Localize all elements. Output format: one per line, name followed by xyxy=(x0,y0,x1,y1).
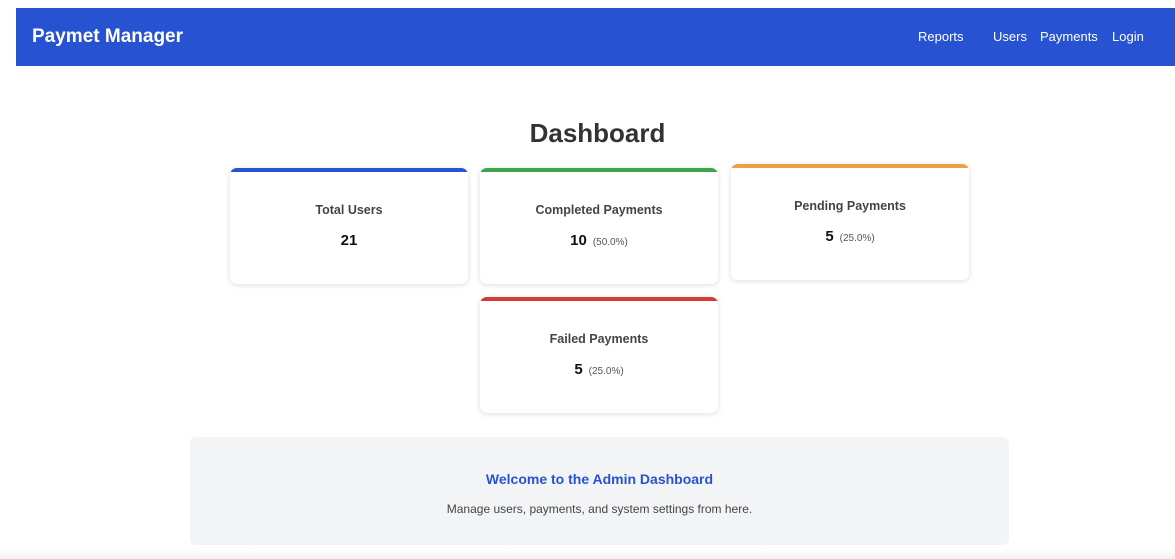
stat-card-pending-payments: Pending Payments 5 (25.0%) xyxy=(731,164,969,280)
nav-link-login[interactable]: Login xyxy=(1112,8,1144,66)
stat-value-row: 21 xyxy=(230,232,468,249)
stat-percent: (50.0%) xyxy=(592,237,628,248)
stat-value: 10 xyxy=(570,232,587,249)
brand-title[interactable]: Paymet Manager xyxy=(32,8,183,66)
stat-label: Failed Payments xyxy=(549,332,649,346)
welcome-title: Welcome to the Admin Dashboard xyxy=(485,471,714,487)
nav-link-payments[interactable]: Payments xyxy=(1040,8,1098,66)
stat-value-row: 10 (50.0%) xyxy=(480,232,718,249)
stat-value: 5 xyxy=(825,228,834,245)
stat-value: 21 xyxy=(340,232,358,249)
nav-link-reports[interactable]: Reports xyxy=(918,8,964,66)
stat-label: Completed Payments xyxy=(535,203,663,217)
stat-value: 5 xyxy=(574,361,583,378)
page-title: Dashboard xyxy=(529,118,666,148)
top-navbar: Paymet Manager Reports Users Payments Lo… xyxy=(16,8,1175,66)
stat-card-total-users: Total Users 21 xyxy=(230,168,468,284)
welcome-text: Manage users, payments, and system setti… xyxy=(446,502,753,516)
stat-card-completed-payments: Completed Payments 10 (50.0%) xyxy=(480,168,718,284)
stat-value-row: 5 (25.0%) xyxy=(480,361,718,378)
bottom-shadow xyxy=(0,549,1175,559)
stat-label: Total Users xyxy=(315,203,383,217)
stat-value-row: 5 (25.0%) xyxy=(731,228,969,245)
stat-label: Pending Payments xyxy=(794,199,906,213)
stat-card-failed-payments: Failed Payments 5 (25.0%) xyxy=(480,297,718,413)
nav-link-users[interactable]: Users xyxy=(993,8,1027,66)
welcome-panel: Welcome to the Admin Dashboard Manage us… xyxy=(190,437,1009,545)
stat-percent: (25.0%) xyxy=(839,233,875,244)
stat-percent: (25.0%) xyxy=(588,366,624,377)
